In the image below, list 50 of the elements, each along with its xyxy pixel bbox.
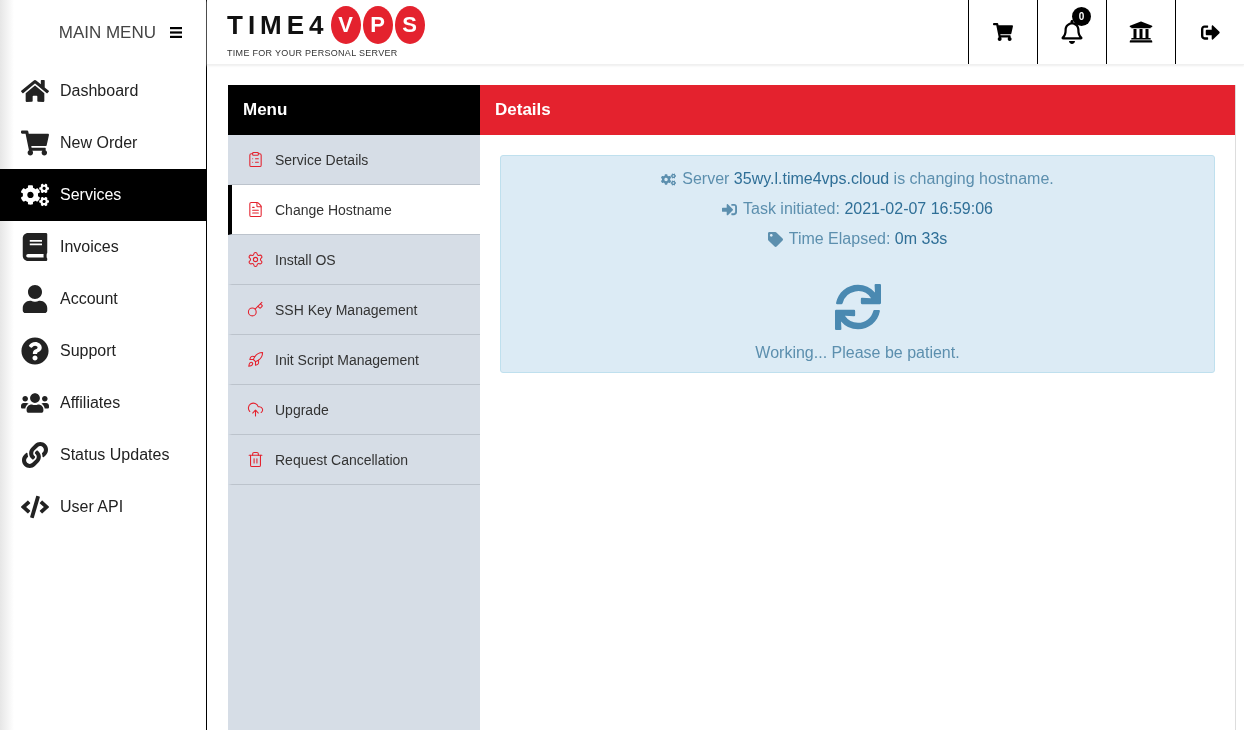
menu-header: Menu [228,85,480,135]
gears-icon [21,181,49,209]
gear-icon [247,251,264,268]
cloud-upload-icon [247,401,264,418]
status-text: Time Elapsed: 0m 33s [788,230,948,248]
sign-in-icon [722,201,737,217]
menu-item[interactable]: Init Script Management [228,335,480,385]
home-icon [21,77,49,105]
details-header: Details [480,85,1235,135]
cart-icon [21,129,49,157]
gears-icon [661,171,677,187]
notification-count: 0 [1072,7,1091,26]
working-message: Working... Please be patient. [755,344,960,362]
menu-item[interactable]: Change Hostname [228,185,480,235]
sidebar-item[interactable]: User API [0,481,206,533]
sidebar-item[interactable]: Services [0,169,206,221]
rocket-icon [247,351,264,368]
logo: TIME4 V P S [227,6,968,44]
sidebar-item[interactable]: Dashboard [0,65,206,117]
key-icon [247,301,264,318]
document-icon [247,201,264,218]
cart-icon [993,22,1013,42]
menu-item[interactable]: Upgrade [228,385,480,435]
sidebar-title: MAIN MENU [58,22,156,43]
menu-item[interactable]: Install OS [228,235,480,285]
code-icon [21,493,49,521]
menu-item[interactable]: Request Cancellation [228,435,480,485]
notifications-button[interactable]: 0 [1037,0,1106,64]
clipboard-icon [247,151,264,168]
book-icon [21,233,49,261]
link-icon [22,442,48,468]
logo-tagline: TIME FOR YOUR PERSONAL SERVER [227,48,399,58]
sidebar-item[interactable]: Support [0,325,206,377]
tag-icon [767,231,783,247]
sidebar-item[interactable]: Status Updates [0,429,206,481]
user-icon [21,285,49,313]
sidebar-item[interactable]: Affiliates [0,377,206,429]
sync-icon [834,284,881,330]
menu-icon[interactable] [170,27,182,38]
bank-icon [1129,20,1153,44]
question-icon [21,337,49,365]
status-text: Server 35wy.l.time4vps.cloud is changing hostname. [682,170,1054,188]
menu-item[interactable]: SSH Key Management [228,285,480,335]
sidebar-item[interactable]: Invoices [0,221,206,273]
bell-icon [1060,20,1084,44]
sidebar-item[interactable]: New Order [0,117,206,169]
logout-icon [1200,22,1220,42]
status-text: Task initiated: 2021-02-07 16:59:06 [743,200,993,218]
trash-icon [247,451,264,468]
sidebar-item[interactable]: Account [0,273,206,325]
